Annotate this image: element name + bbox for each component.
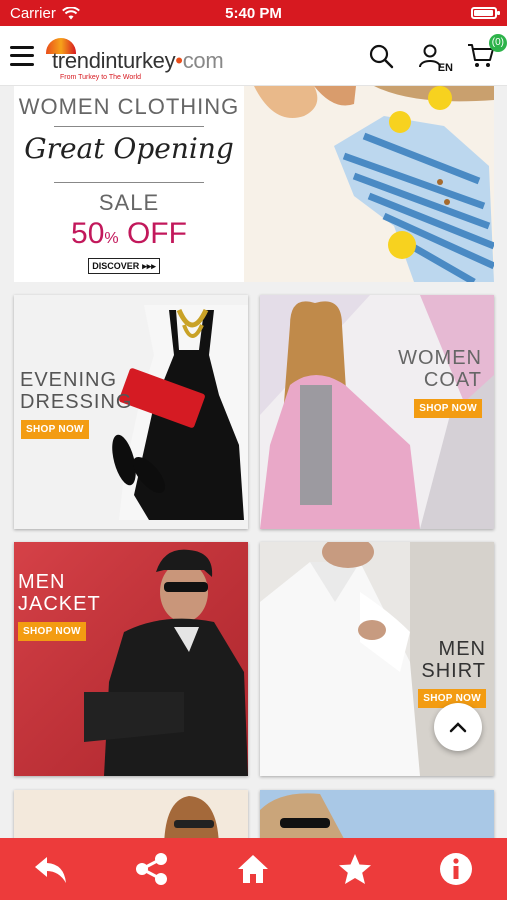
shop-now-button[interactable]: SHOP NOW [18, 622, 86, 641]
share-icon [136, 853, 168, 885]
hero-rule-top [54, 126, 204, 127]
arrows-icon: ▸▸▸ [142, 260, 156, 271]
hero-discount: 50% OFF [14, 217, 244, 251]
app-header: trendinturkey•com From Turkey to The Wor… [0, 26, 507, 86]
hero-text-panel: WOMEN CLOTHING Great Opening SALE 50% OF… [14, 86, 244, 282]
tile-title-line2: JACKET [18, 593, 101, 615]
tile-title-line2: DRESSING [20, 391, 133, 413]
scroll-to-top-button[interactable] [434, 703, 482, 751]
home-icon [238, 855, 269, 883]
status-left: Carrier [10, 5, 80, 22]
logo-main: trendinturkey [52, 47, 176, 73]
hero-title: WOMEN CLOTHING [18, 94, 240, 119]
tile-title: MEN SHIRT [421, 638, 486, 682]
tile-title: MEN JACKET [18, 571, 101, 615]
hero-rule-bottom [54, 182, 204, 183]
search-button[interactable] [365, 40, 397, 72]
category-tile-evening-dressing[interactable]: EVENING DRESSING SHOP NOW [14, 295, 248, 529]
shop-now-button[interactable]: SHOP NOW [21, 420, 89, 439]
tile-title-line1: MEN [438, 638, 486, 660]
hero-banner[interactable]: WOMEN CLOTHING Great Opening SALE 50% OF… [14, 86, 494, 282]
tile-title-line1: MEN [18, 571, 66, 593]
status-time: 5:40 PM [225, 4, 282, 22]
category-tile-women-coat[interactable]: WOMEN COAT SHOP NOW [260, 295, 494, 529]
home-button[interactable] [229, 845, 277, 893]
tile-title-line2: SHIRT [421, 660, 486, 682]
tile-title-line2: COAT [423, 369, 482, 391]
discover-label: DISCOVER [92, 261, 140, 271]
logo-wordmark: trendinturkey•com [52, 47, 224, 74]
header-actions: EN (0) [365, 33, 507, 74]
battery-level [474, 10, 493, 16]
search-icon [369, 44, 394, 68]
logo-tagline: From Turkey to The World [60, 73, 142, 81]
women-glasses-image [260, 790, 494, 838]
share-button[interactable] [128, 845, 176, 893]
hero-image [244, 86, 494, 282]
back-button[interactable] [27, 845, 75, 893]
content-area[interactable]: WOMEN CLOTHING Great Opening SALE 50% OF… [0, 86, 507, 838]
category-tile-partial[interactable] [260, 790, 494, 838]
carrier-label: Carrier [10, 4, 56, 22]
logo[interactable]: trendinturkey•com From Turkey to The Wor… [46, 34, 256, 81]
tile-title-line1: WOMEN [398, 347, 482, 369]
account-button[interactable]: EN [415, 40, 453, 74]
info-icon [440, 853, 473, 885]
language-label: EN [437, 61, 453, 74]
bottom-navigation [0, 838, 507, 900]
cart-button[interactable]: (0) [465, 33, 507, 72]
menu-icon[interactable] [10, 45, 34, 66]
logo-dot: • [175, 47, 183, 73]
wifi-icon [61, 6, 80, 19]
shop-now-button[interactable]: SHOP NOW [414, 399, 482, 418]
category-tile-men-jacket[interactable]: MEN JACKET SHOP NOW [14, 542, 248, 776]
battery-icon [471, 7, 500, 19]
logo-com: com [182, 47, 224, 73]
status-bar: Carrier 5:40 PM [0, 0, 507, 26]
hero-sale: SALE [98, 190, 160, 215]
hero-discount-percent: % [104, 230, 119, 247]
tile-title: WOMEN COAT [398, 347, 482, 391]
star-icon [338, 854, 371, 884]
hero-discount-text: OFF [118, 217, 187, 250]
info-button[interactable] [432, 845, 480, 893]
tile-title: EVENING DRESSING [20, 369, 132, 413]
cart-count-badge: (0) [488, 33, 507, 52]
favorites-button[interactable] [331, 845, 379, 893]
discover-button[interactable]: DISCOVER ▸▸▸ [88, 258, 160, 274]
back-icon [34, 857, 66, 883]
chevron-up-icon [449, 722, 467, 733]
women-accessories-image [14, 790, 248, 838]
hero-discount-number: 50 [71, 217, 105, 250]
hero-script: Great Opening [24, 132, 234, 165]
tile-title-line1: EVENING [20, 369, 118, 391]
category-tile-partial[interactable] [14, 790, 248, 838]
